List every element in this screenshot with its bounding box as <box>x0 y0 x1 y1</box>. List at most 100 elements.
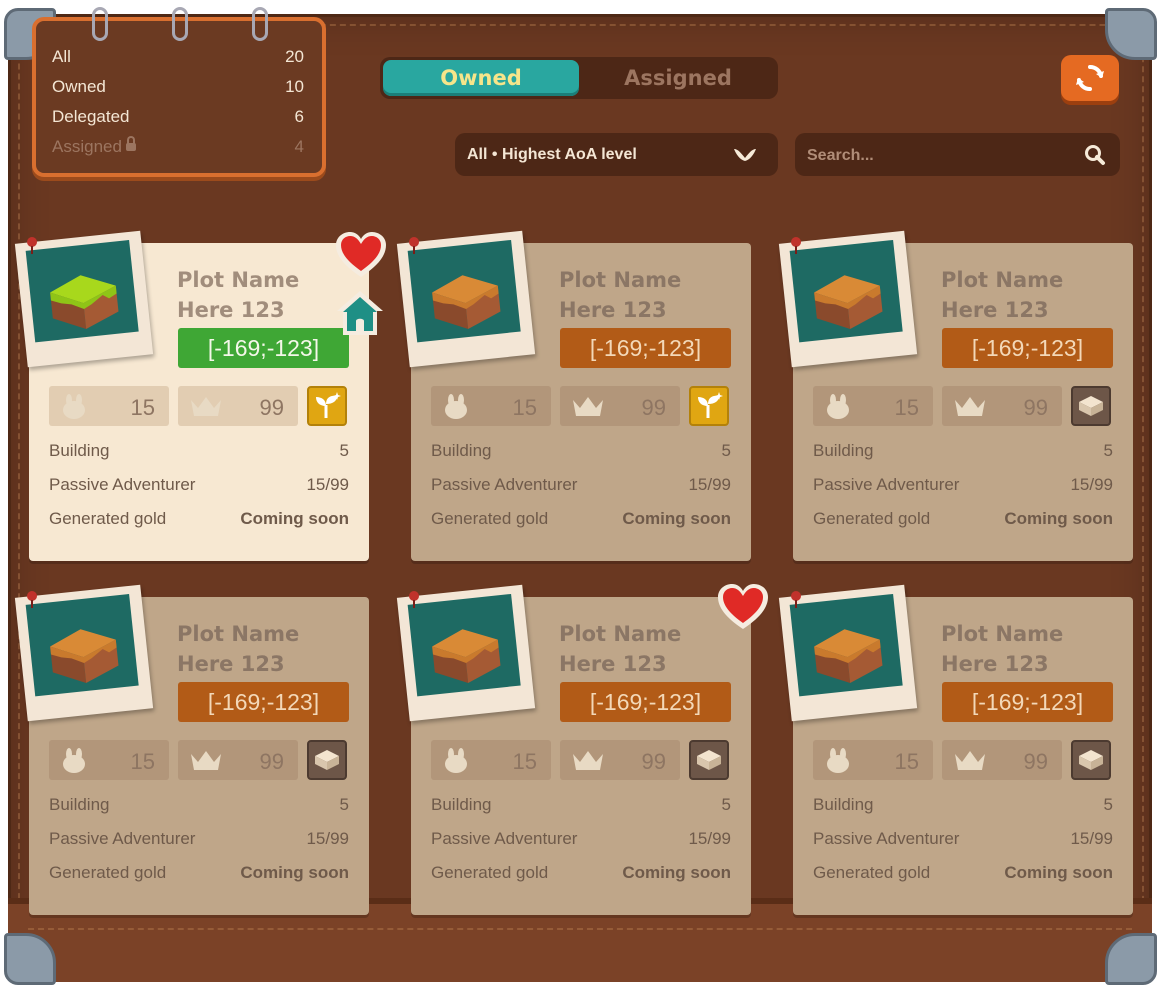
crown-stat: 99 <box>560 386 680 426</box>
plot-badge <box>1071 386 1111 426</box>
bunny-icon <box>445 394 467 419</box>
tab-assigned[interactable]: Assigned <box>580 60 776 96</box>
adventurer-stat: 15 <box>431 386 551 426</box>
crown-icon <box>955 751 985 770</box>
passive-adventurer-row: Passive Adventurer 15/99 <box>431 829 731 848</box>
plot-card[interactable]: Plot Name Here 123 [-169;-123] 15 99 Bui… <box>778 584 1133 915</box>
land-tile-icon <box>814 629 883 683</box>
map-pin-icon <box>27 237 37 254</box>
corner-bracket-bottom-right <box>1105 933 1157 985</box>
plot-name: Plot Name Here 123 <box>559 268 682 322</box>
plot-card[interactable]: Plot Name Here 123 [-169;-123] 15 99 Bui… <box>14 230 386 561</box>
building-row: Building 5 <box>813 441 1113 460</box>
plot-count-summary: All 20 Owned 10 Delegated 6 Assigned 4 <box>32 7 326 177</box>
refresh-icon <box>1076 65 1104 91</box>
bunny-icon <box>445 748 467 773</box>
building-row: Building 5 <box>431 441 731 460</box>
bunny-icon <box>63 394 85 419</box>
crown-stat: 99 <box>942 386 1062 426</box>
bunny-icon <box>827 394 849 419</box>
dropdown-value: All • Highest AoA level <box>467 145 637 163</box>
chest-icon <box>697 750 721 770</box>
lock-icon <box>125 136 136 151</box>
chest-icon <box>315 750 339 770</box>
summary-row-assigned: Assigned 4 <box>52 136 304 157</box>
generated-gold-row: Generated gold Coming soon <box>431 863 731 882</box>
land-tile-icon <box>432 629 501 683</box>
plot-coordinates: [-169;-123] <box>942 328 1113 368</box>
plot-coordinates: [-169;-123] <box>178 328 349 368</box>
favorite-heart-icon[interactable] <box>333 229 389 281</box>
summary-row-owned[interactable]: Owned 10 <box>52 77 304 97</box>
bunny-icon <box>827 748 849 773</box>
ownership-tabs: Owned Assigned <box>380 57 778 99</box>
adventurer-stat: 15 <box>49 386 169 426</box>
plot-name: Plot Name Here 123 <box>177 622 300 676</box>
chest-icon <box>1079 750 1103 770</box>
crown-icon <box>573 751 603 770</box>
summary-row-delegated[interactable]: Delegated 6 <box>52 107 304 127</box>
plot-name: Plot Name Here 123 <box>941 622 1064 676</box>
plot-card[interactable]: Plot Name Here 123 [-169;-123] 15 99 Bui… <box>396 584 768 915</box>
plot-badge <box>307 386 347 426</box>
summary-label: All <box>52 47 71 66</box>
plot-badge <box>1071 740 1111 780</box>
building-row: Building 5 <box>431 795 731 814</box>
land-tile-icon <box>814 275 883 329</box>
crown-icon <box>573 397 603 416</box>
favorite-heart-icon[interactable] <box>715 581 771 633</box>
summary-row-all[interactable]: All 20 <box>52 47 304 67</box>
crown-stat: 99 <box>178 740 298 780</box>
summary-label: Owned <box>52 77 106 96</box>
search-icon[interactable] <box>1084 144 1106 166</box>
plot-badge <box>307 740 347 780</box>
plot-card[interactable]: Plot Name Here 123 [-169;-123] 15 99 Bui… <box>14 584 369 915</box>
crown-icon <box>955 397 985 416</box>
crown-stat: 99 <box>560 740 680 780</box>
passive-adventurer-row: Passive Adventurer 15/99 <box>49 829 349 848</box>
plot-photo <box>396 230 536 368</box>
generated-gold-row: Generated gold Coming soon <box>813 863 1113 882</box>
binder-ring-icon <box>92 7 108 41</box>
home-plot-icon <box>337 291 383 335</box>
generated-gold-row: Generated gold Coming soon <box>49 863 349 882</box>
crown-stat: 99 <box>178 386 298 426</box>
passive-adventurer-row: Passive Adventurer 15/99 <box>813 475 1113 494</box>
tab-owned[interactable]: Owned <box>383 60 579 96</box>
summary-label: Assigned <box>52 137 122 156</box>
plot-badge <box>689 740 729 780</box>
refresh-button[interactable] <box>1061 55 1119 101</box>
chest-icon <box>1079 396 1103 416</box>
plot-card[interactable]: Plot Name Here 123 [-169;-123] 15 99 Bui… <box>778 230 1133 561</box>
sprout-icon <box>698 392 723 418</box>
land-tile-icon <box>50 275 119 329</box>
adventurer-stat: 15 <box>431 740 551 780</box>
search-input[interactable] <box>795 133 1089 178</box>
generated-gold-row: Generated gold Coming soon <box>813 509 1113 528</box>
plot-coordinates: [-169;-123] <box>178 682 349 722</box>
plot-name: Plot Name Here 123 <box>941 268 1064 322</box>
building-row: Building 5 <box>49 795 349 814</box>
plot-photo <box>778 584 918 722</box>
map-pin-icon <box>409 591 419 608</box>
plot-photo <box>14 584 154 722</box>
passive-adventurer-row: Passive Adventurer 15/99 <box>49 475 349 494</box>
crown-icon <box>191 397 221 416</box>
generated-gold-row: Generated gold Coming soon <box>431 509 731 528</box>
map-pin-icon <box>27 591 37 608</box>
footer-stitching <box>28 928 1132 930</box>
summary-label: Delegated <box>52 107 130 126</box>
map-pin-icon <box>791 591 801 608</box>
sort-filter-dropdown[interactable]: All • Highest AoA level <box>455 133 778 176</box>
plot-photo <box>396 584 536 722</box>
passive-adventurer-row: Passive Adventurer 15/99 <box>813 829 1113 848</box>
plot-coordinates: [-169;-123] <box>942 682 1113 722</box>
plot-card[interactable]: Plot Name Here 123 [-169;-123] 15 99 Bui… <box>396 230 751 561</box>
adventurer-stat: 15 <box>813 740 933 780</box>
summary-count: 20 <box>285 47 304 66</box>
passive-adventurer-row: Passive Adventurer 15/99 <box>431 475 731 494</box>
plot-badge <box>689 386 729 426</box>
summary-count: 10 <box>285 77 304 96</box>
plot-coordinates: [-169;-123] <box>560 328 731 368</box>
map-pin-icon <box>409 237 419 254</box>
